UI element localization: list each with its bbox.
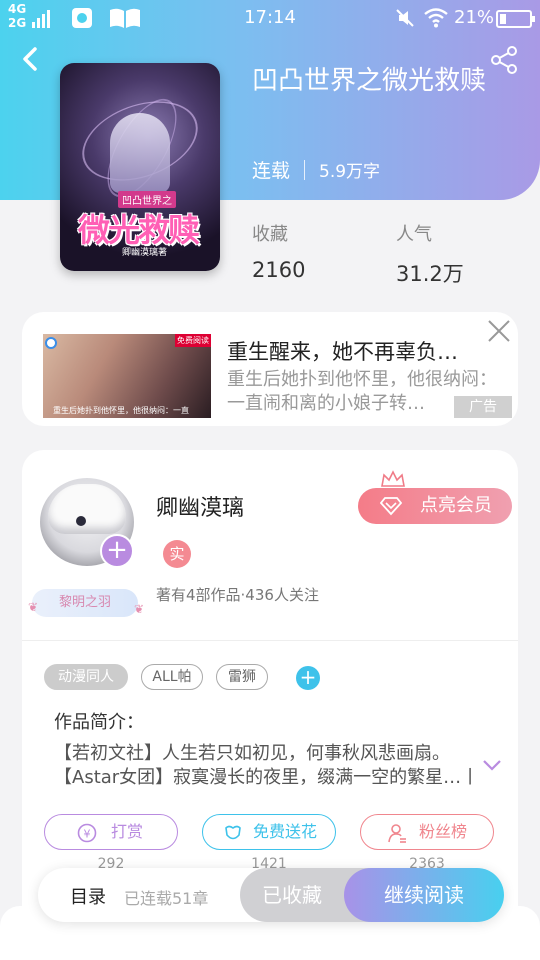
cover-author-line: 卿幽漠璃著 bbox=[122, 248, 168, 258]
stat-value: 31.2万 bbox=[396, 262, 464, 286]
tag-anime[interactable]: 动漫同人 bbox=[44, 664, 128, 690]
stat-label: 收藏 bbox=[252, 224, 288, 245]
book-detail-page: 4G 2G 17:14 21% 凹凸世界之 微光救赎 卿幽漠璃著 凹凸世界之微光… bbox=[0, 0, 540, 960]
status-bar: 4G 2G 17:14 21% bbox=[0, 0, 540, 36]
stat-favorites: 收藏 2160 bbox=[252, 220, 305, 282]
author-stats: 著有4部作品·436人关注 bbox=[156, 586, 319, 604]
author-level-badge: ❦ 黎明之羽 ❦ bbox=[28, 589, 144, 617]
send-flower-label: 免费送花 bbox=[253, 822, 318, 841]
stat-label: 人气 bbox=[396, 224, 432, 245]
add-tag-button[interactable]: + bbox=[296, 666, 320, 690]
chevron-down-icon[interactable] bbox=[482, 758, 502, 772]
follow-author-button[interactable]: + bbox=[100, 534, 134, 568]
user-rank-icon bbox=[388, 824, 406, 843]
tip-button-label: 打赏 bbox=[111, 822, 144, 841]
mute-icon bbox=[396, 9, 414, 27]
battery-icon bbox=[496, 10, 535, 28]
avatar-eye bbox=[76, 516, 86, 526]
collected-label: 已收藏 bbox=[262, 883, 322, 907]
author-badge-label: 黎明之羽 bbox=[58, 595, 111, 610]
book-status: 连载 bbox=[252, 160, 291, 182]
back-button[interactable] bbox=[16, 44, 46, 74]
ad-image-caption: 重生后她扑到他怀里，他很纳闷：一直 bbox=[53, 406, 189, 415]
meta-divider bbox=[304, 159, 306, 180]
divider bbox=[22, 640, 518, 641]
ad-title[interactable]: 重生醒来，她不再辜负… bbox=[227, 336, 489, 366]
chapter-count: 已连载51章 bbox=[124, 889, 209, 908]
book-cover[interactable]: 凹凸世界之 微光救赎 卿幽漠璃著 bbox=[60, 63, 220, 271]
yuan-icon: ¥ bbox=[77, 823, 97, 843]
author-name[interactable]: 卿幽漠璃 bbox=[156, 490, 244, 522]
fan-rank-label: 粉丝榜 bbox=[419, 822, 468, 841]
ad-label: 广告 bbox=[454, 396, 512, 418]
battery-percent: 21% bbox=[454, 7, 495, 28]
continue-reading-button[interactable]: 继续阅读 bbox=[344, 868, 504, 922]
avatar-hair bbox=[48, 484, 126, 534]
intro-label: 作品简介： bbox=[54, 712, 144, 733]
ad-image-tag: 免费阅读 bbox=[175, 334, 211, 347]
vip-button[interactable]: 点亮会员 bbox=[358, 488, 512, 524]
tag-all-pa[interactable]: ALL帕 bbox=[141, 664, 203, 690]
verified-badge: 实 bbox=[163, 540, 191, 568]
word-count: 5.9万字 bbox=[319, 162, 381, 182]
crown-icon bbox=[381, 470, 405, 487]
fan-rank-button[interactable]: 粉丝榜 bbox=[360, 814, 494, 850]
tip-button[interactable]: ¥ 打赏 bbox=[44, 814, 178, 850]
ad-logo-icon bbox=[45, 337, 57, 349]
intro-line: 【若初文社】人生若只如初见，何事秋风悲画扇。 bbox=[54, 743, 450, 764]
stat-value: 2160 bbox=[252, 258, 306, 282]
stat-popularity: 人气 31.2万 bbox=[396, 220, 464, 288]
ad-image[interactable]: 免费阅读 重生后她扑到他怀里，他很纳闷：一直 bbox=[43, 334, 211, 418]
intro-text[interactable]: 【若初文社】人生若只如初见，何事秋风悲画扇。 【Astar女团】寂寞漫长的夜里，… bbox=[54, 742, 474, 790]
intro-line: 【Astar女团】寂寞漫长的夜里，缀满一空的繁星…丨 bbox=[54, 767, 474, 788]
wing-icon: ❦ bbox=[133, 602, 144, 616]
battery-fill bbox=[500, 14, 506, 24]
send-flower-button[interactable]: 免费送花 bbox=[202, 814, 336, 850]
flower-icon bbox=[225, 825, 241, 840]
ad-card[interactable]: 免费阅读 重生后她扑到他怀里，他很纳闷：一直 重生醒来，她不再辜负… 重生后她扑… bbox=[22, 312, 518, 426]
wing-icon: ❦ bbox=[28, 600, 39, 614]
diamond-icon bbox=[380, 497, 402, 516]
book-meta: 连载 5.9万字 bbox=[252, 156, 380, 183]
book-title: 凹凸世界之微光救赎 bbox=[252, 66, 487, 96]
svg-text:¥: ¥ bbox=[84, 828, 91, 841]
vip-button-label: 点亮会员 bbox=[420, 495, 492, 516]
tag-leishi[interactable]: 雷狮 bbox=[216, 664, 268, 690]
cover-character bbox=[110, 113, 170, 193]
toc-button[interactable]: 目录 bbox=[70, 883, 106, 909]
close-icon[interactable] bbox=[486, 318, 512, 344]
wifi-icon bbox=[424, 8, 448, 28]
